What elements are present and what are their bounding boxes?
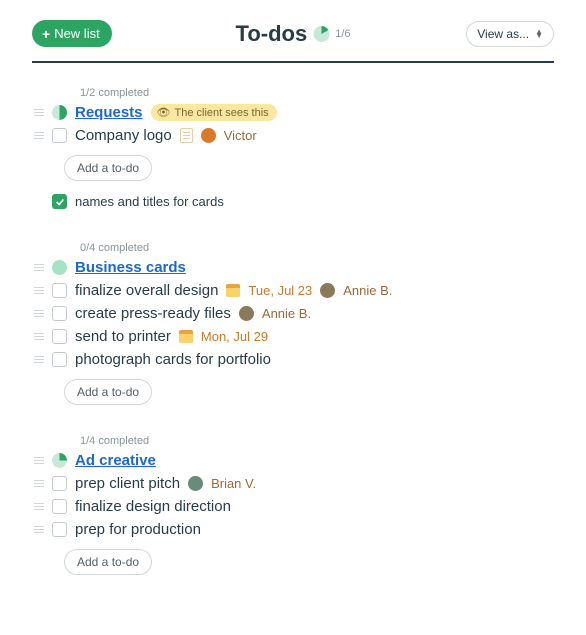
list-block: 1/2 completed Requests 👁The client sees … [32, 87, 554, 212]
list-block: 1/4 completed Ad creative prep client pi… [32, 435, 554, 575]
progress-pie-icon [313, 26, 329, 42]
todo-label[interactable]: create press-ready files [75, 305, 231, 322]
drag-handle-icon[interactable] [32, 264, 44, 271]
todo-label[interactable]: finalize overall design [75, 282, 218, 299]
drag-handle-icon[interactable] [32, 333, 44, 340]
list-header-row: Business cards [32, 256, 554, 279]
page-title: To-dos [236, 21, 308, 47]
view-as-button[interactable]: View as... ▲▼ [466, 21, 554, 47]
eye-icon: 👁 [157, 106, 171, 119]
todo-label[interactable]: Company logo [75, 127, 172, 144]
todo-checkbox[interactable] [52, 329, 67, 344]
add-todo-button[interactable]: Add a to-do [64, 155, 152, 181]
chevron-updown-icon: ▲▼ [535, 30, 543, 38]
todo-checkbox[interactable] [52, 306, 67, 321]
drag-handle-icon[interactable] [32, 287, 44, 294]
drag-handle-icon[interactable] [32, 503, 44, 510]
todo-label[interactable]: photograph cards for portfolio [75, 351, 271, 368]
completed-todo-label[interactable]: names and titles for cards [75, 194, 224, 209]
drag-handle-icon[interactable] [32, 526, 44, 533]
assignee-avatar [201, 128, 216, 143]
new-list-label: New list [54, 26, 100, 41]
todo-checkbox[interactable] [52, 499, 67, 514]
list-header-row: Ad creative [32, 449, 554, 472]
drag-handle-icon[interactable] [32, 480, 44, 487]
page-header: + New list To-dos 1/6 View as... ▲▼ [32, 20, 554, 63]
todo-row: finalize design direction [32, 495, 554, 518]
todo-checkbox[interactable] [52, 352, 67, 367]
list-header-row: Requests 👁The client sees this [32, 101, 554, 124]
list-progress-pie-icon [52, 453, 67, 468]
checkmark-icon [55, 197, 65, 207]
todo-row: finalize overall design Tue, Jul 23 Anni… [32, 279, 554, 302]
drag-handle-icon[interactable] [32, 457, 44, 464]
add-todo-button[interactable]: Add a to-do [64, 549, 152, 575]
todo-label[interactable]: finalize design direction [75, 498, 231, 515]
list-progress-pie-icon [52, 105, 67, 120]
add-todo-button[interactable]: Add a to-do [64, 379, 152, 405]
client-visibility-badge: 👁The client sees this [151, 104, 277, 121]
document-icon [180, 128, 193, 143]
drag-handle-icon[interactable] [32, 109, 44, 116]
drag-handle-icon[interactable] [32, 356, 44, 363]
todo-row: create press-ready files Annie B. [32, 302, 554, 325]
todo-checkbox[interactable] [52, 128, 67, 143]
assignee-avatar [239, 306, 254, 321]
todo-checkbox[interactable] [52, 522, 67, 537]
calendar-icon [179, 330, 193, 343]
list-title-link[interactable]: Business cards [75, 259, 186, 276]
drag-handle-icon[interactable] [32, 310, 44, 317]
assignee-name: Annie B. [343, 283, 392, 298]
new-list-button[interactable]: + New list [32, 20, 112, 47]
list-block: 0/4 completed Business cards finalize ov… [32, 242, 554, 405]
completed-count: 0/4 completed [80, 242, 554, 254]
drag-handle-icon[interactable] [32, 132, 44, 139]
todo-checkbox[interactable] [52, 476, 67, 491]
list-title-link[interactable]: Ad creative [75, 452, 156, 469]
todo-row: Company logo Victor [32, 124, 554, 147]
todo-row: photograph cards for portfolio [32, 348, 554, 371]
todo-checkbox[interactable] [52, 283, 67, 298]
due-date: Mon, Jul 29 [201, 329, 268, 344]
todo-checkbox-checked[interactable] [52, 194, 67, 209]
assignee-name: Annie B. [262, 306, 311, 321]
title-wrap: To-dos 1/6 [236, 21, 351, 47]
view-as-label: View as... [477, 27, 529, 41]
todo-row: send to printer Mon, Jul 29 [32, 325, 554, 348]
assignee-name: Victor [224, 128, 257, 143]
todo-label[interactable]: prep for production [75, 521, 201, 538]
completed-count: 1/2 completed [80, 87, 554, 99]
todo-label[interactable]: send to printer [75, 328, 171, 345]
list-title-link[interactable]: Requests [75, 104, 143, 121]
completed-count: 1/4 completed [80, 435, 554, 447]
due-date: Tue, Jul 23 [248, 283, 312, 298]
calendar-icon [226, 284, 240, 297]
list-progress-pie-icon [52, 260, 67, 275]
progress-ratio: 1/6 [335, 28, 350, 40]
assignee-avatar [188, 476, 203, 491]
todo-row: prep for production [32, 518, 554, 541]
todo-row: prep client pitch Brian V. [32, 472, 554, 495]
plus-icon: + [42, 27, 50, 41]
todo-label[interactable]: prep client pitch [75, 475, 180, 492]
assignee-avatar [320, 283, 335, 298]
completed-todo-row: names and titles for cards [32, 191, 554, 212]
assignee-name: Brian V. [211, 476, 256, 491]
